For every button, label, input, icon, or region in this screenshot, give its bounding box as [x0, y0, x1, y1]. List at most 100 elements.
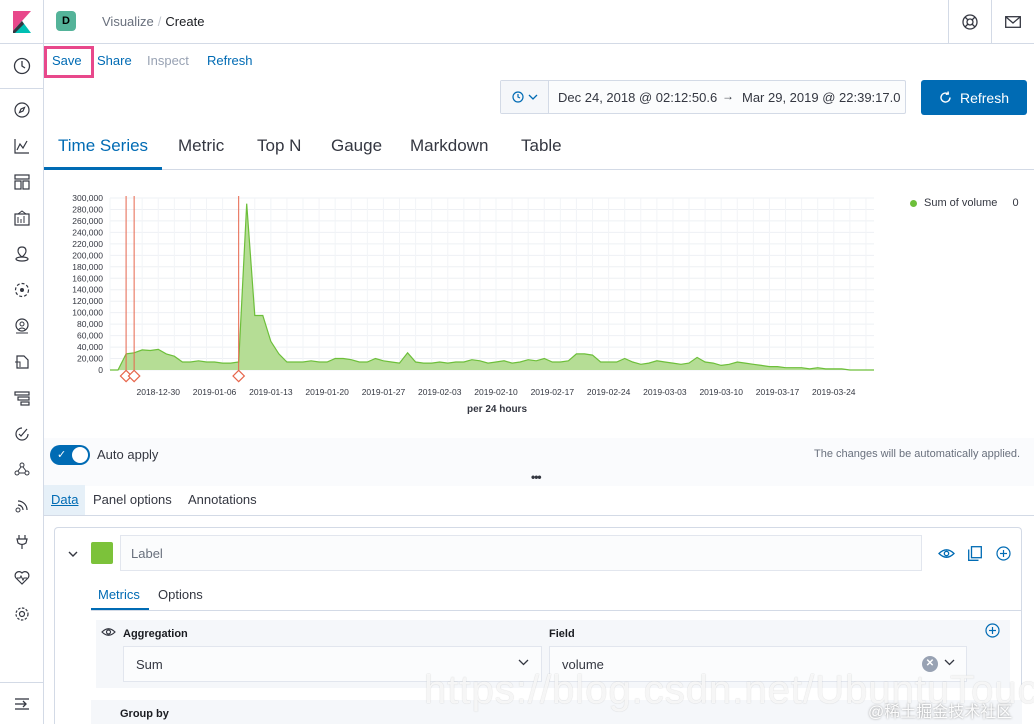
auto-apply-switch[interactable]: ✓	[50, 445, 90, 465]
tab-annotations[interactable]: Annotations	[181, 485, 264, 515]
resize-handle-icon[interactable]: •••	[531, 470, 542, 484]
x-axis-label: per 24 hours	[467, 404, 527, 415]
field-label: Field	[549, 628, 575, 640]
side-nav	[0, 44, 44, 724]
y-tick-label: 180,000	[72, 262, 103, 272]
tab-table[interactable]: Table	[521, 136, 562, 156]
refresh-button-label: Refresh	[959, 89, 1010, 106]
breadcrumb-create: Create	[165, 14, 205, 29]
dashboard-icon[interactable]	[12, 172, 32, 192]
chevron-down-icon	[518, 659, 529, 666]
collapse-nav-icon[interactable]	[12, 694, 32, 714]
x-tick-label: 2019-03-03	[643, 387, 687, 397]
apm-icon[interactable]	[12, 388, 32, 408]
annotation-tag-icon	[232, 369, 246, 383]
quick-select-button[interactable]	[501, 81, 549, 113]
maps-icon[interactable]	[12, 244, 32, 264]
series-label-input[interactable]	[120, 535, 922, 571]
watermark-site: @稀土掘金技术社区	[868, 704, 1013, 721]
chevron-down-icon	[528, 94, 537, 100]
visualization-type-tabs: Time Series Metric Top N Gauge Markdown …	[44, 126, 1034, 170]
x-tick-label: 2019-02-17	[531, 387, 575, 397]
refresh-link[interactable]: Refresh	[207, 53, 253, 68]
x-tick-label: 2019-01-27	[362, 387, 406, 397]
y-tick-label: 300,000	[72, 193, 103, 203]
aggregation-label: Aggregation	[123, 628, 188, 640]
y-tick-label: 20,000	[77, 354, 103, 364]
toggle-visibility-eye-icon[interactable]	[937, 544, 955, 562]
tab-panel-options[interactable]: Panel options	[86, 485, 179, 515]
chevron-down-icon	[944, 659, 955, 666]
tab-data[interactable]: Data	[44, 485, 86, 515]
auto-apply-label: Auto apply	[97, 447, 159, 462]
discover-compass-icon[interactable]	[12, 100, 32, 120]
group-by-label: Group by	[120, 708, 169, 720]
tab-metrics[interactable]: Metrics	[98, 587, 140, 602]
kibana-logo[interactable]	[0, 0, 44, 44]
uptime-icon[interactable]	[12, 424, 32, 444]
tab-options[interactable]: Options	[158, 587, 203, 602]
series-active-tab-indicator	[91, 608, 149, 610]
graph-icon[interactable]	[12, 460, 32, 480]
y-tick-label: 260,000	[72, 216, 103, 226]
x-tick-label: 2019-01-06	[193, 387, 237, 397]
y-tick-label: 160,000	[72, 273, 103, 283]
x-tick-label: 2019-03-10	[699, 387, 743, 397]
x-tick-label: 2019-01-20	[305, 387, 349, 397]
tab-top-n[interactable]: Top N	[257, 136, 301, 156]
time-picker: Dec 24, 2018 @ 02:12:50.6 → Mar 29, 2019…	[500, 80, 906, 114]
infrastructure-icon[interactable]	[12, 316, 32, 336]
tab-markdown[interactable]: Markdown	[410, 136, 488, 156]
y-tick-label: 220,000	[72, 239, 103, 249]
add-series-plus-icon[interactable]	[994, 544, 1012, 562]
x-tick-label: 2018-12-30	[137, 387, 181, 397]
time-series-chart: 300,000280,000 260,000240,000 220,000200,0…	[72, 193, 874, 415]
check-icon: ✓	[57, 449, 67, 461]
tab-gauge[interactable]: Gauge	[331, 136, 382, 156]
legend-series-value: 0	[1012, 197, 1019, 209]
metric-visibility-eye-icon[interactable]	[101, 625, 116, 640]
canvas-icon[interactable]	[12, 208, 32, 228]
y-tick-label: 80,000	[77, 319, 103, 329]
collapse-series-icon[interactable]	[68, 546, 78, 561]
aggregation-value: Sum	[136, 657, 163, 672]
management-gear-icon[interactable]	[12, 604, 32, 624]
start-date[interactable]: Dec 24, 2018 @ 02:12:50.6	[558, 90, 717, 105]
y-tick-label: 100,000	[72, 308, 103, 318]
auto-apply-note: The changes will be automatically applie…	[814, 448, 1021, 460]
share-link[interactable]: Share	[97, 53, 132, 68]
space-avatar[interactable]: D	[56, 11, 76, 31]
chart-legend: Sum of volume 0	[910, 197, 1019, 209]
help-button[interactable]	[948, 0, 990, 44]
clock-icon	[511, 91, 524, 103]
x-tick-label: 2019-03-24	[812, 387, 856, 397]
breadcrumb-visualize[interactable]: Visualize	[102, 14, 154, 29]
date-range-arrow: →	[722, 89, 734, 103]
y-tick-label: 240,000	[72, 227, 103, 237]
machine-learning-icon[interactable]	[12, 280, 32, 300]
add-metric-plus-icon[interactable]	[985, 623, 1000, 641]
y-tick-label: 140,000	[72, 285, 103, 295]
refresh-button[interactable]: Refresh	[921, 80, 1027, 115]
legend-dot	[910, 199, 917, 207]
visualize-chart-icon[interactable]	[12, 136, 32, 156]
logs-icon[interactable]	[12, 352, 32, 372]
inspect-link: Inspect	[147, 53, 189, 68]
monitoring-heartbeat-icon[interactable]	[12, 568, 32, 588]
y-tick-label: 120,000	[72, 296, 103, 306]
top-bar: D Visualize / Create	[0, 0, 1034, 44]
news-feed-button[interactable]	[991, 0, 1033, 44]
y-tick-label: 60,000	[77, 331, 103, 341]
save-link[interactable]: Save	[52, 53, 82, 68]
dev-tools-icon[interactable]	[12, 532, 32, 552]
siem-icon[interactable]	[12, 496, 32, 516]
series-color-swatch[interactable]	[91, 542, 113, 564]
kibana-logo-icon	[13, 11, 31, 33]
x-tick-label: 2019-03-17	[756, 387, 800, 397]
clone-series-copy-icon[interactable]	[966, 544, 984, 562]
end-date[interactable]: Mar 29, 2019 @ 22:39:17.0	[742, 90, 900, 105]
recently-viewed-clock-icon[interactable]	[12, 56, 32, 76]
y-tick-label: 200,000	[72, 250, 103, 260]
tab-time-series[interactable]: Time Series	[58, 136, 148, 156]
tab-metric[interactable]: Metric	[178, 136, 224, 156]
